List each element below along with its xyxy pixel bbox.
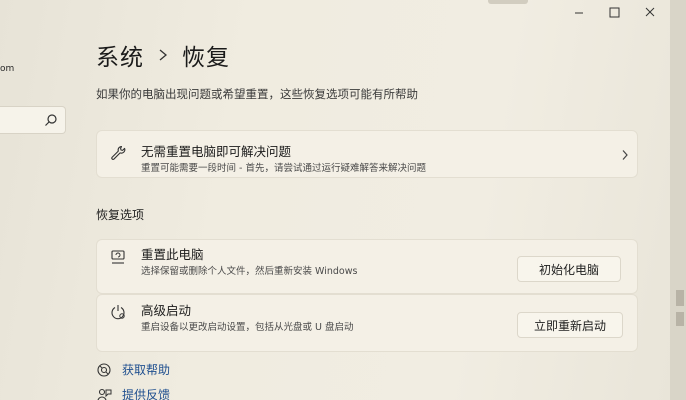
settings-search-input[interactable] <box>0 106 66 134</box>
maximize-button[interactable] <box>603 4 627 20</box>
close-button[interactable] <box>638 4 662 20</box>
wrench-icon <box>111 145 126 160</box>
advanced-startup-subtitle: 重启设备以更改启动设置，包括从光盘或 U 盘启动 <box>141 322 354 333</box>
close-icon <box>645 7 655 17</box>
search-icon <box>45 114 57 126</box>
get-help-label: 获取帮助 <box>122 363 171 377</box>
reset-pc-title: 重置此电脑 <box>141 247 204 262</box>
account-email: om <box>0 64 15 74</box>
restart-now-button[interactable]: 立即重新启动 <box>517 312 623 338</box>
recovery-options-heading: 恢复选项 <box>96 208 145 222</box>
reset-pc-subtitle: 选择保留或删除个人文件，然后重新安装 Windows <box>141 266 358 277</box>
feedback-icon <box>97 388 112 400</box>
troubleshoot-card[interactable]: 无需重置电脑即可解决问题 重置可能需要一段时间 - 首先，请尝试通过运行疑难解答… <box>96 130 638 178</box>
troubleshoot-subtitle: 重置可能需要一段时间 - 首先，请尝试通过运行疑难解答来解决问题 <box>141 163 426 174</box>
chevron-right-icon <box>622 150 628 160</box>
maximize-icon <box>609 7 620 18</box>
chevron-right-icon <box>159 49 168 61</box>
minimize-button[interactable] <box>568 4 592 20</box>
breadcrumb-system[interactable]: 系统 <box>96 38 144 72</box>
edge-mark <box>676 290 684 306</box>
help-icon <box>97 362 111 377</box>
advanced-startup-card: 高级启动 重启设备以更改启动设置，包括从光盘或 U 盘启动 立即重新启动 <box>96 294 638 352</box>
navigation-pane: om <box>0 0 72 400</box>
minimize-icon <box>575 12 583 14</box>
give-feedback-link[interactable]: 提供反馈 <box>96 386 170 400</box>
page-description: 如果你的电脑出现问题或希望重置，这些恢复选项可能有所帮助 <box>96 87 418 101</box>
advanced-startup-title: 高级启动 <box>141 303 192 318</box>
give-feedback-label: 提供反馈 <box>122 388 171 400</box>
reset-pc-button[interactable]: 初始化电脑 <box>517 256 621 282</box>
settings-window: om 系统 恢复 如果你的电脑出现问题或希望重置，这些恢复选项可能有所帮助 无需… <box>0 0 670 400</box>
advanced-startup-icon <box>111 305 125 320</box>
breadcrumb: 系统 恢复 <box>96 38 230 72</box>
edge-mark <box>676 312 684 326</box>
reset-pc-card: 重置此电脑 选择保留或删除个人文件，然后重新安装 Windows 初始化电脑 <box>96 239 638 294</box>
reset-pc-icon <box>111 250 125 264</box>
window-edge <box>670 0 686 400</box>
get-help-link[interactable]: 获取帮助 <box>96 361 170 378</box>
troubleshoot-title: 无需重置电脑即可解决问题 <box>141 144 292 159</box>
page-title: 恢复 <box>182 45 230 71</box>
titlebar-tab-edge <box>488 0 528 4</box>
